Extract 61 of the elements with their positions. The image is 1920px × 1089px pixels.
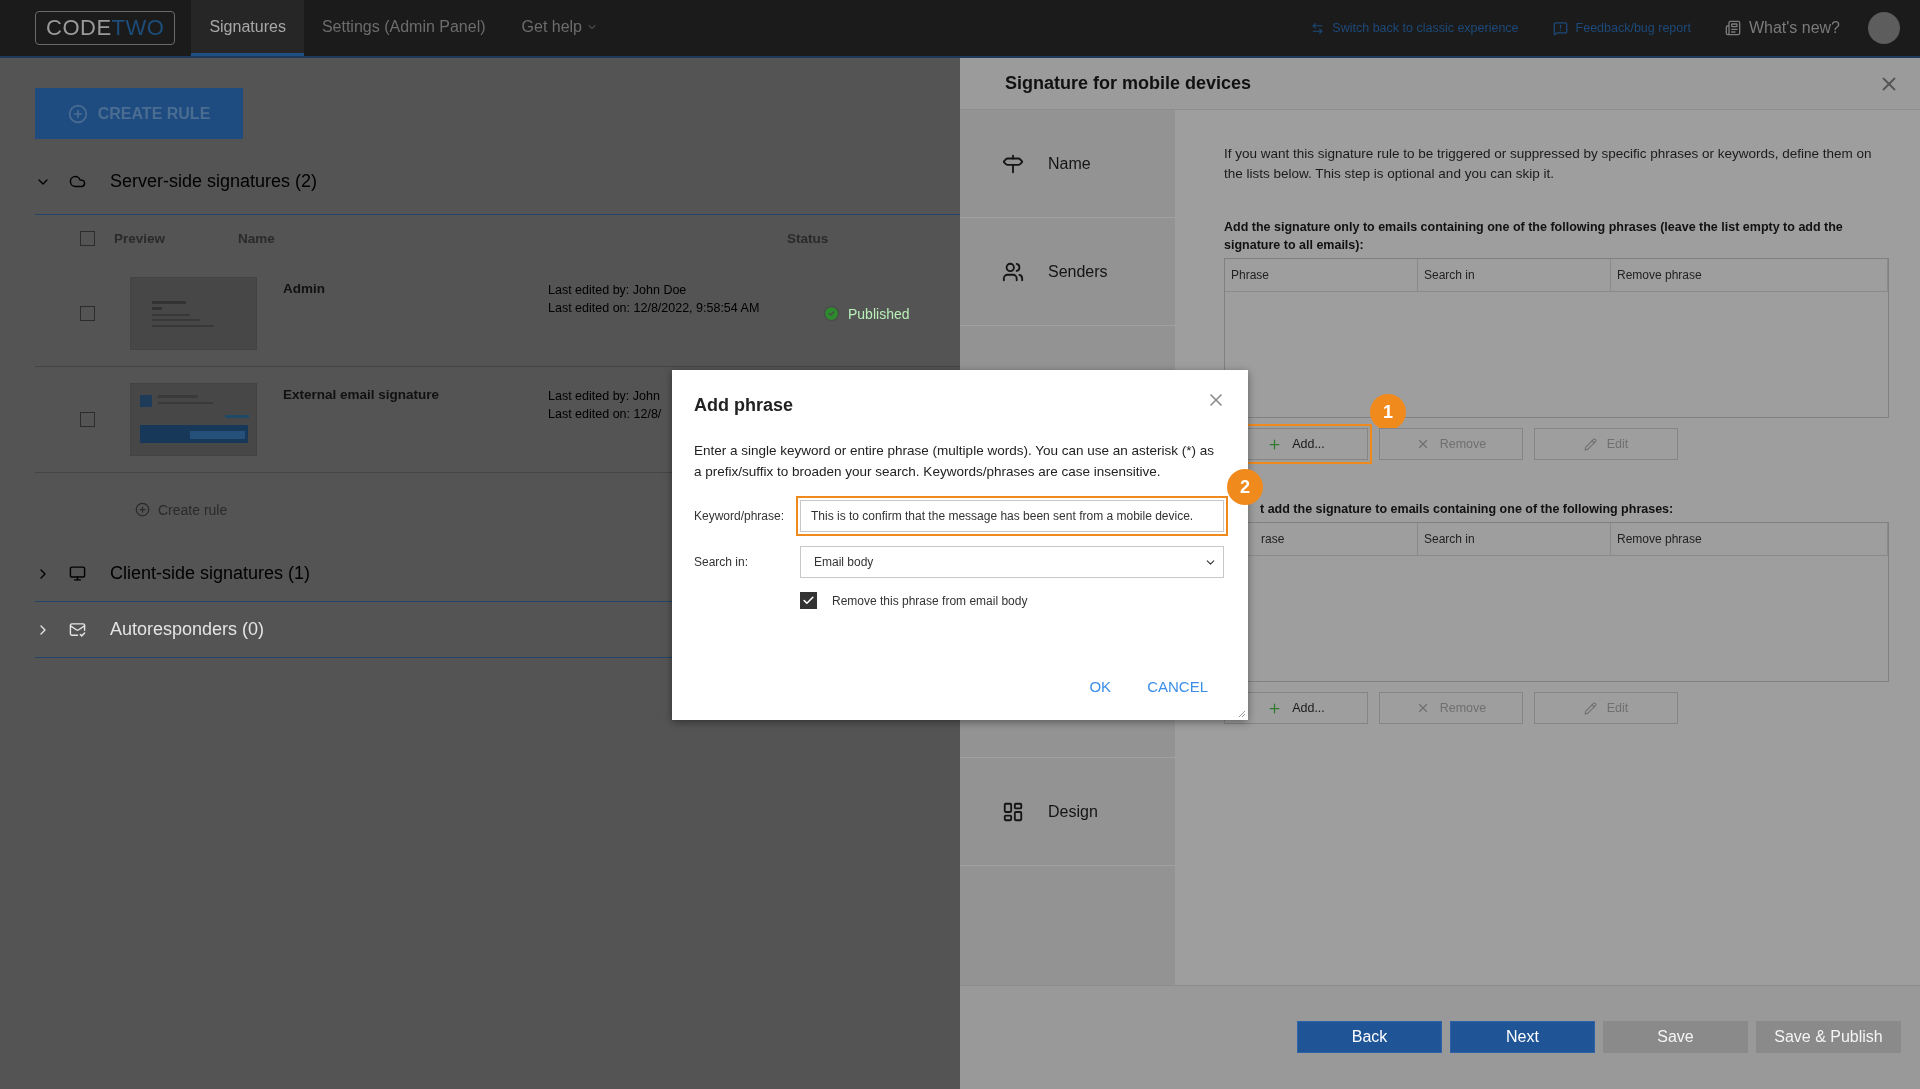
callout-badge: 1 [1370, 394, 1406, 430]
check-icon [802, 594, 815, 607]
dialog-action[interactable]: CANCEL [1147, 678, 1208, 695]
logo[interactable]: CODETWO [35, 11, 176, 45]
dialog-description: Enter a single keyword or entire phrase (multiple words). You can use an asterisk (*) as a prefix/suffix to broaden your search. Keywords/phrases are case insensitive. [694, 442, 1215, 481]
mail-icon [69, 621, 86, 638]
panel-title: Signature for mobile devices [1005, 73, 1252, 94]
section-title: Autoresponders (0) [110, 619, 265, 640]
signpost-icon [1002, 152, 1024, 175]
footer-button[interactable]: Back [1297, 1021, 1442, 1053]
section-header[interactable]: Server-side signatures (2) [35, 149, 960, 215]
signature-name: Admin [283, 281, 326, 296]
edited-on-text: Last edited on: 12/8/ [548, 406, 662, 423]
section-title: Server-side signatures (2) [110, 171, 318, 192]
avatar[interactable] [1868, 12, 1900, 44]
nav-tab[interactable]: Signatures [191, 0, 304, 56]
footer-button[interactable]: Next [1450, 1021, 1595, 1053]
nav-tab[interactable]: Settings (Admin Panel) [303, 0, 504, 56]
column-header: Phrase [1225, 259, 1418, 291]
users-icon [1002, 260, 1024, 283]
header-link[interactable]: What's new? [1724, 19, 1840, 37]
layout-icon [1002, 800, 1024, 823]
monitor-icon [69, 565, 86, 582]
plus-icon [1267, 700, 1283, 716]
section-title: Client-side signatures (1) [110, 563, 311, 584]
pencil-icon [1583, 701, 1597, 715]
checkbox[interactable] [80, 306, 95, 321]
checkbox[interactable] [800, 592, 817, 609]
keyword-field[interactable]: This is to confirm that the message has been sent from a mobile device. [800, 500, 1224, 532]
dialog-action[interactable]: OK [1089, 678, 1112, 695]
column-header: Remove phrase [1611, 523, 1888, 555]
resize-grip-icon[interactable] [1236, 708, 1246, 718]
intro-text: If you want this signature rule to be triggered or suppressed by specific phrases or keywords, define them on the lists below. This step is optional and you can skip it. [1224, 145, 1873, 183]
news-icon [1724, 20, 1741, 36]
feedback-icon [1552, 20, 1568, 36]
search-in-dropdown[interactable]: Email body [800, 546, 1224, 578]
edited-by-text: Last edited by: John [548, 388, 660, 405]
cloud-icon [69, 173, 86, 190]
check-circle-icon [823, 305, 840, 322]
plus-icon [1267, 436, 1283, 452]
header-link[interactable]: Switch back to classic experience [1311, 21, 1519, 35]
field-label: Keyword/phrase: [694, 509, 786, 523]
callout-badge: 2 [1227, 469, 1263, 505]
header-link[interactable]: Feedback/bug report [1552, 20, 1691, 36]
edited-by-text: Last edited by: John Doe [548, 282, 687, 299]
list-label: Add the signature only to emails containing one of the following phrases (leave the list empty to add the signature to all emails): [1224, 219, 1844, 254]
signature-name: External email signature [283, 387, 441, 402]
dialog-title: Add phrase [694, 395, 794, 416]
plus-circle-icon [135, 502, 150, 517]
column-header: Search in [1418, 523, 1611, 555]
checkbox[interactable] [80, 230, 95, 246]
column-header: Remove phrase [1611, 259, 1888, 291]
edited-on-text: Last edited on: 12/8/2022, 9:58:54 AM [548, 300, 760, 317]
status-text: Published [848, 305, 910, 322]
checkbox[interactable] [80, 412, 95, 427]
nav-tab[interactable]: Get help [503, 0, 616, 56]
pencil-icon [1583, 437, 1597, 451]
field-label: Search in: [694, 555, 750, 569]
plus-circle-icon [67, 103, 88, 124]
swap-icon [1311, 21, 1325, 35]
column-header: Search in [1418, 259, 1611, 291]
